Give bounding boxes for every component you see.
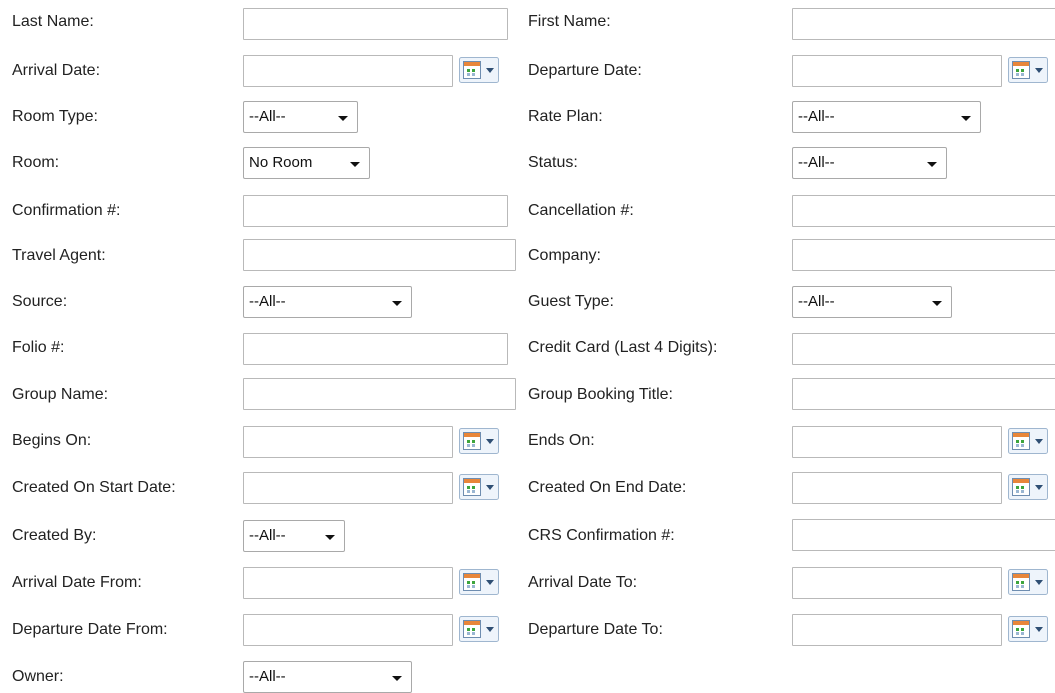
departure-date-from-label: Departure Date From: <box>12 621 168 638</box>
last-name-label: Last Name: <box>12 13 94 30</box>
group-booking-title-label: Group Booking Title: <box>528 386 673 403</box>
departure-date-from-calendar-icon[interactable] <box>459 616 499 642</box>
rate-plan-label: Rate Plan: <box>528 108 603 125</box>
group-booking-title-input[interactable] <box>792 378 1055 410</box>
begins-on-label: Begins On: <box>12 432 92 449</box>
group-name-label: Group Name: <box>12 386 109 403</box>
created-by-value: --All-- <box>249 527 286 544</box>
departure-date-to-input[interactable] <box>792 614 1002 646</box>
arrival-date-to-calendar-icon[interactable] <box>1008 569 1048 595</box>
arrival-date-from-calendar-icon[interactable] <box>459 569 499 595</box>
chevron-down-icon <box>932 301 942 306</box>
group-name-input[interactable] <box>243 378 516 410</box>
confirmation-label: Confirmation #: <box>12 202 121 219</box>
arrival-date-to-input[interactable] <box>792 567 1002 599</box>
departure-date-to-label: Departure Date To: <box>528 621 663 638</box>
arrival-date-from-label: Arrival Date From: <box>12 574 142 591</box>
credit-card-label: Credit Card (Last 4 Digits): <box>528 339 718 356</box>
status-label: Status: <box>528 154 578 171</box>
created-on-start-calendar-icon[interactable] <box>459 474 499 500</box>
rate-plan-select[interactable]: --All-- <box>792 101 981 133</box>
folio-label: Folio #: <box>12 339 65 356</box>
departure-date-label: Departure Date: <box>528 62 642 79</box>
room-type-label: Room Type: <box>12 108 98 125</box>
created-on-start-date-input[interactable] <box>243 472 453 504</box>
travel-agent-input[interactable] <box>243 239 516 271</box>
first-name-input[interactable] <box>792 8 1055 40</box>
begins-on-input[interactable] <box>243 426 453 458</box>
room-select[interactable]: No Room <box>243 147 370 179</box>
status-value: --All-- <box>798 154 835 171</box>
source-label: Source: <box>12 293 68 310</box>
chevron-down-icon <box>338 116 348 121</box>
arrival-date-calendar-icon[interactable] <box>459 57 499 83</box>
owner-select[interactable]: --All-- <box>243 661 412 693</box>
room-value: No Room <box>249 154 313 171</box>
created-on-end-calendar-icon[interactable] <box>1008 474 1048 500</box>
chevron-down-icon <box>392 301 402 306</box>
last-name-input[interactable] <box>243 8 508 40</box>
created-on-start-date-label: Created On Start Date: <box>12 479 176 496</box>
owner-value: --All-- <box>249 668 286 685</box>
first-name-label: First Name: <box>528 13 611 30</box>
guest-type-label: Guest Type: <box>528 293 614 310</box>
chevron-down-icon <box>392 676 402 681</box>
ends-on-calendar-icon[interactable] <box>1008 428 1048 454</box>
departure-date-input[interactable] <box>792 55 1002 87</box>
created-on-end-date-label: Created On End Date: <box>528 479 687 496</box>
source-value: --All-- <box>249 293 286 310</box>
cancellation-label: Cancellation #: <box>528 202 634 219</box>
company-label: Company: <box>528 247 601 264</box>
status-select[interactable]: --All-- <box>792 147 947 179</box>
guest-type-select[interactable]: --All-- <box>792 286 952 318</box>
source-select[interactable]: --All-- <box>243 286 412 318</box>
departure-date-to-calendar-icon[interactable] <box>1008 616 1048 642</box>
arrival-date-label: Arrival Date: <box>12 62 101 79</box>
crs-confirmation-label: CRS Confirmation #: <box>528 527 675 544</box>
room-type-value: --All-- <box>249 108 286 125</box>
cancellation-input[interactable] <box>792 195 1055 227</box>
departure-date-from-input[interactable] <box>243 614 453 646</box>
chevron-down-icon <box>350 162 360 167</box>
credit-card-input[interactable] <box>792 333 1055 365</box>
chevron-down-icon <box>927 162 937 167</box>
ends-on-input[interactable] <box>792 426 1002 458</box>
created-on-end-date-input[interactable] <box>792 472 1002 504</box>
room-label: Room: <box>12 154 60 171</box>
departure-date-calendar-icon[interactable] <box>1008 57 1048 83</box>
created-by-label: Created By: <box>12 527 97 544</box>
created-by-select[interactable]: --All-- <box>243 520 345 552</box>
chevron-down-icon <box>961 116 971 121</box>
folio-input[interactable] <box>243 333 508 365</box>
company-input[interactable] <box>792 239 1055 271</box>
guest-type-value: --All-- <box>798 293 835 310</box>
chevron-down-icon <box>325 535 335 540</box>
ends-on-label: Ends On: <box>528 432 595 449</box>
arrival-date-input[interactable] <box>243 55 453 87</box>
rate-plan-value: --All-- <box>798 108 835 125</box>
begins-on-calendar-icon[interactable] <box>459 428 499 454</box>
owner-label: Owner: <box>12 668 64 685</box>
travel-agent-label: Travel Agent: <box>12 247 106 264</box>
arrival-date-to-label: Arrival Date To: <box>528 574 638 591</box>
arrival-date-from-input[interactable] <box>243 567 453 599</box>
room-type-select[interactable]: --All-- <box>243 101 358 133</box>
confirmation-input[interactable] <box>243 195 508 227</box>
crs-confirmation-input[interactable] <box>792 519 1055 551</box>
